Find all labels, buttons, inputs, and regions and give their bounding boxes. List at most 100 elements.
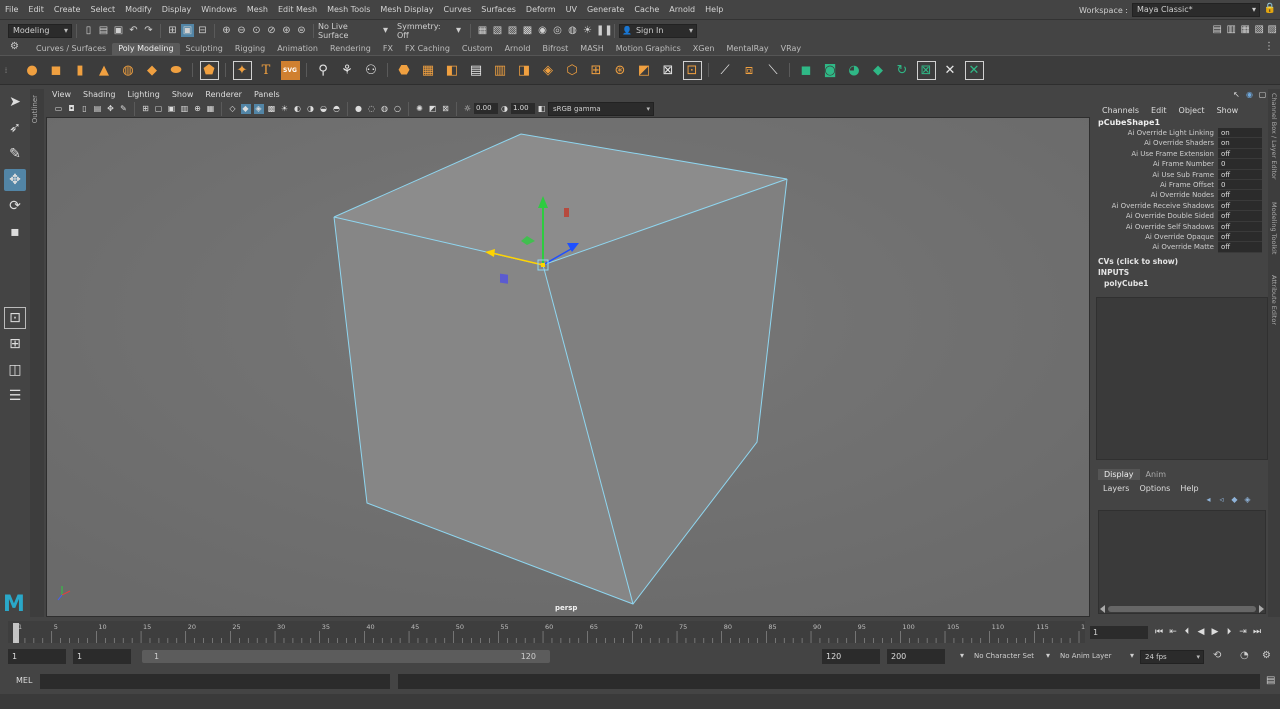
symmetry-label[interactable]: Symmetry: Off	[393, 22, 451, 40]
go-to-start-icon[interactable]: ⏮	[1152, 625, 1166, 639]
animation-start-field[interactable]: 1	[8, 649, 66, 664]
animation-end-field[interactable]: 200	[887, 649, 945, 664]
menu-mesh-tools[interactable]: Mesh Tools	[322, 0, 375, 20]
snap-view-icon[interactable]: ⊛	[280, 24, 293, 37]
modeling-toolkit-icon[interactable]: ▤	[1213, 24, 1222, 35]
attribute-name[interactable]: Ai Override Self Shadows	[1096, 222, 1218, 232]
reduce-icon[interactable]: ▦	[419, 61, 438, 80]
target-weld-icon[interactable]: ⟍	[764, 61, 783, 80]
attribute-name[interactable]: Ai Override Opaque	[1096, 232, 1218, 242]
pause-icon[interactable]: ❚❚	[596, 24, 613, 37]
anim-layer-label[interactable]: No Anim Layer	[1060, 652, 1111, 660]
gamma-icon[interactable]: ◑	[500, 104, 510, 114]
layer-horizontal-scrollbar[interactable]	[1100, 605, 1264, 613]
xray-icon[interactable]: ◌	[367, 104, 377, 114]
remesh-icon[interactable]: ▤	[467, 61, 486, 80]
ipr-render-icon[interactable]: ▨	[506, 24, 519, 37]
bookmarks-icon[interactable]: ▯	[80, 104, 90, 114]
select-component-icon[interactable]: ⊟	[196, 24, 209, 37]
attribute-row[interactable]: Ai Frame Offset 0	[1096, 179, 1266, 191]
shelf-tab-arnold[interactable]: Arnold	[499, 43, 537, 55]
attribute-value[interactable]: on	[1218, 138, 1262, 149]
select-hierarchy-icon[interactable]: ⊞	[166, 24, 179, 37]
playback-end-field[interactable]: 120	[822, 649, 880, 664]
menu-mesh[interactable]: Mesh	[242, 0, 273, 20]
lock-icon[interactable]: 🔒	[1264, 3, 1276, 14]
gamma-field[interactable]: 1.00	[511, 103, 535, 114]
move-layer-down-icon[interactable]: ◃	[1217, 495, 1227, 505]
attribute-row[interactable]: Ai Override Nodes off	[1096, 190, 1266, 201]
open-scene-icon[interactable]: ▤	[97, 24, 110, 37]
menu-mesh-display[interactable]: Mesh Display	[375, 0, 438, 20]
float-window-icon[interactable]: ▢	[1258, 90, 1268, 100]
viewport-menu-view[interactable]: View	[46, 89, 77, 101]
menu-select[interactable]: Select	[85, 0, 120, 20]
attribute-value[interactable]: 0	[1218, 179, 1262, 191]
step-back-frame-icon[interactable]: ⏴	[1180, 625, 1194, 639]
motion-blur-icon[interactable]: ◒	[319, 104, 329, 114]
chevron-down-icon[interactable]: ▾	[452, 24, 465, 37]
shelf-tab-mash[interactable]: MASH	[574, 43, 609, 55]
viewport-menu-renderer[interactable]: Renderer	[199, 89, 248, 101]
step-forward-key-icon[interactable]: ⇥	[1236, 625, 1250, 639]
sign-in-button[interactable]: 👤 Sign In	[619, 23, 697, 38]
poly-disc-icon[interactable]: ⬬	[167, 61, 186, 80]
attribute-row[interactable]: Ai Frame Number 0	[1096, 159, 1266, 170]
side-tab-modeling-toolkit[interactable]: Modeling Toolkit	[1270, 202, 1278, 254]
xray-joints-icon[interactable]: ◍	[380, 104, 390, 114]
menu-create[interactable]: Create	[49, 0, 86, 20]
channel-menu-channels[interactable]: Channels	[1096, 106, 1145, 115]
menu-modify[interactable]: Modify	[120, 0, 157, 20]
attribute-value[interactable]: off	[1218, 221, 1262, 232]
menu-file[interactable]: File	[0, 0, 23, 20]
mel-input[interactable]	[40, 674, 390, 689]
shelf-tab-curves-surfaces[interactable]: Curves / Surfaces	[30, 43, 112, 55]
perspective-viewport[interactable]: persp	[46, 117, 1090, 617]
snap-grid-icon[interactable]: ⊕	[220, 24, 233, 37]
film-gate-icon[interactable]: ▢	[154, 104, 164, 114]
insert-edge-loop-icon[interactable]: ⧈	[740, 61, 759, 80]
rotate-tool-icon[interactable]: ⟳	[4, 195, 26, 217]
retopologize-icon[interactable]: ▥	[491, 61, 510, 80]
attribute-name[interactable]: Ai Override Receive Shadows	[1096, 201, 1218, 211]
render-current-icon[interactable]: ▦	[476, 24, 489, 37]
select-camera-icon[interactable]: ▭	[54, 104, 64, 114]
smooth-icon[interactable]: ⬣	[395, 61, 414, 80]
character-set-label[interactable]: No Character Set	[974, 652, 1034, 660]
wireframe-on-shaded-icon[interactable]: ◈	[253, 103, 264, 114]
chevron-down-icon[interactable]: ▾	[960, 651, 964, 660]
menu-help[interactable]: Help	[700, 0, 728, 20]
layer-menu-help[interactable]: Help	[1175, 484, 1203, 493]
save-scene-icon[interactable]: ▣	[112, 24, 125, 37]
current-frame-field[interactable]: 1	[1090, 626, 1148, 639]
two-pane-icon[interactable]: ◫	[4, 359, 26, 381]
light-editor-icon[interactable]: ☀	[581, 24, 594, 37]
attribute-value[interactable]: off	[1218, 169, 1262, 180]
attribute-row[interactable]: Ai Override Shaders on	[1096, 138, 1266, 149]
fill-hole-icon[interactable]: ◨	[515, 61, 534, 80]
automatic-uv-icon[interactable]: ◆	[869, 61, 888, 80]
shelf-menu-icon[interactable]: ⋮	[1264, 41, 1274, 52]
four-view-icon[interactable]: ⊞	[4, 333, 26, 355]
viewport-menu-shading[interactable]: Shading	[77, 89, 122, 101]
shelf-tab-motion-graphics[interactable]: Motion Graphics	[610, 43, 687, 55]
poly-cube-icon[interactable]: ◼	[47, 61, 66, 80]
textured-icon[interactable]: ▩	[267, 104, 277, 114]
layer-menu-options[interactable]: Options	[1134, 484, 1175, 493]
outliner-layout-icon[interactable]: ☰	[4, 385, 26, 407]
attribute-row[interactable]: Ai Use Sub Frame off	[1096, 169, 1266, 180]
exposure-icon[interactable]: ✺	[415, 104, 425, 114]
attribute-value[interactable]: off	[1218, 211, 1262, 222]
channel-menu-object[interactable]: Object	[1173, 106, 1211, 115]
resolution-gate-icon[interactable]: ▣	[167, 104, 177, 114]
uv-editor-icon[interactable]: ↻	[893, 61, 912, 80]
chevron-down-icon[interactable]: ▾	[379, 24, 392, 37]
new-scene-icon[interactable]: ▯	[82, 24, 95, 37]
snap-point-icon[interactable]: ⊙	[250, 24, 263, 37]
attribute-row[interactable]: Ai Override Receive Shadows off	[1096, 200, 1266, 212]
gate-mask-icon[interactable]: ▥	[180, 104, 190, 114]
chevron-down-icon[interactable]: ▾	[1046, 651, 1050, 660]
render-sequence-icon[interactable]: ▧	[491, 24, 504, 37]
layer-menu-layers[interactable]: Layers	[1098, 484, 1134, 493]
menu-uv[interactable]: UV	[561, 0, 582, 20]
